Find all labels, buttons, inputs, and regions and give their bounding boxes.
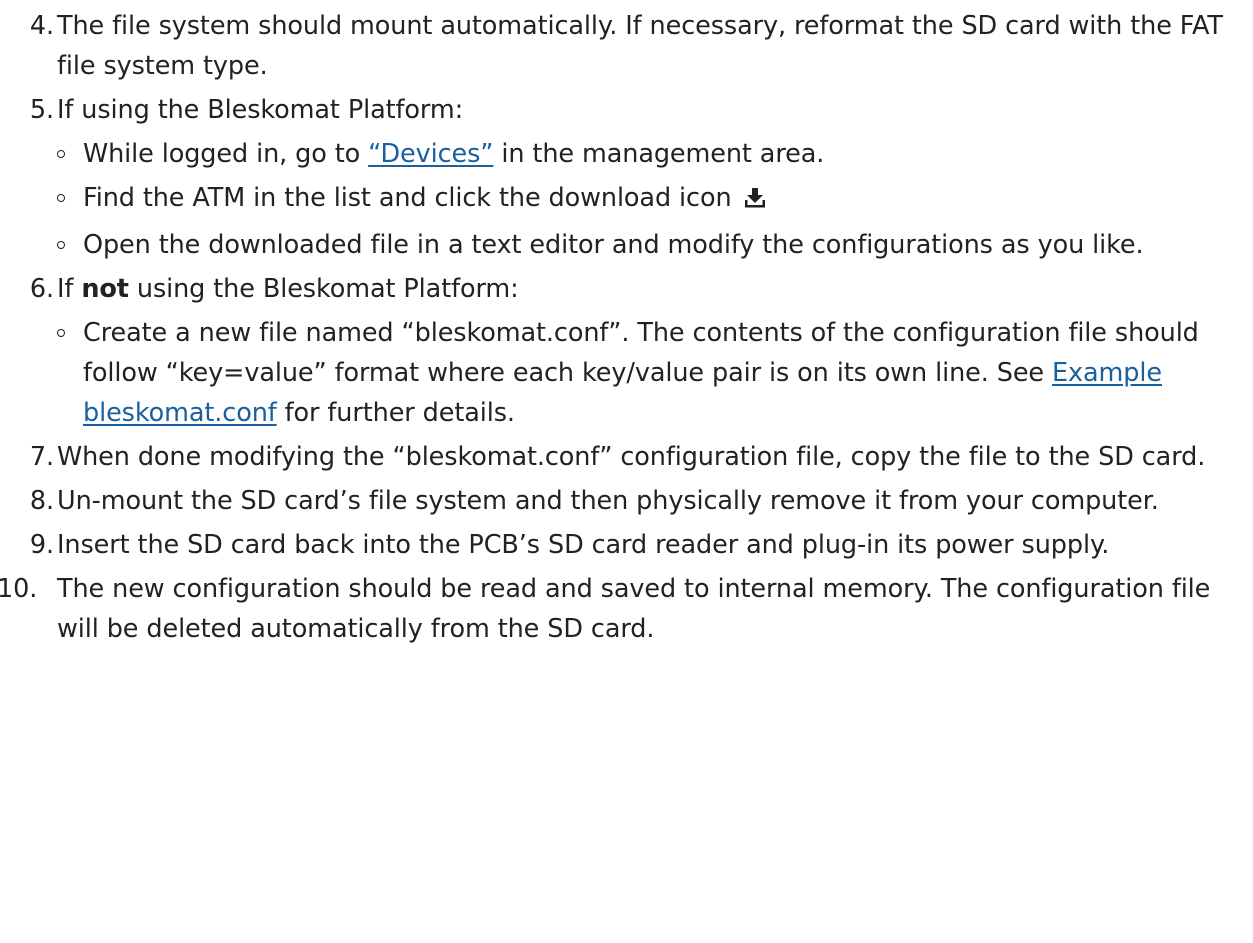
step-number: 4. [29,11,54,41]
step-6: 6. If not using the Bleskomat Platform: … [0,269,1253,433]
step-number: 7. [29,442,54,472]
sub-step: Create a new file named “bleskomat.conf”… [57,313,1245,433]
sub-step-text: for further details. [276,398,515,428]
step-number: 5. [29,95,54,125]
sub-step-text: Open the downloaded file in a text edito… [83,230,1144,260]
step-9: 9. Insert the SD card back into the PCB’… [0,525,1253,565]
bullet-icon [57,329,65,337]
step-5: 5. If using the Bleskomat Platform: Whil… [0,90,1253,265]
bullet-icon [57,150,65,158]
sub-step-text: While logged in, go to [83,139,369,169]
step-text: Insert the SD card back into the PCB’s S… [57,530,1110,560]
step-number: 9. [29,530,54,560]
step-text: The file system should mount automatical… [57,11,1223,81]
devices-link[interactable]: “Devices” [368,139,493,169]
bullet-icon [57,194,65,202]
instructions-list: 4. The file system should mount automati… [0,0,1253,943]
step-text-bold: not [81,274,129,304]
step-number: 10. [0,574,38,604]
step-8: 8. Un-mount the SD card’s file system an… [0,481,1253,521]
step-text: using the Bleskomat Platform: [128,274,519,304]
step-text: If [57,274,82,304]
step-text: If using the Bleskomat Platform: [57,95,464,125]
step-number: 8. [29,486,54,516]
step-text: The new configuration should be read and… [57,574,1211,644]
step-7: 7. When done modifying the “bleskomat.co… [0,437,1253,477]
sub-step: Find the ATM in the list and click the d… [57,178,1245,221]
step-number: 6. [29,274,54,304]
sub-step-text: Create a new file named “bleskomat.conf”… [83,318,1199,388]
download-icon [744,181,766,221]
sub-step: Open the downloaded file in a text edito… [57,225,1245,265]
step-4: 4. The file system should mount automati… [0,6,1253,86]
step-text: When done modifying the “bleskomat.conf”… [57,442,1206,472]
sub-step-text: in the management area. [493,139,825,169]
step-10: 10. The new configuration should be read… [0,569,1253,649]
bullet-icon [57,241,65,249]
step-text: Un-mount the SD card’s file system and t… [57,486,1159,516]
sub-step: While logged in, go to “Devices” in the … [57,134,1245,174]
sub-step-text: Find the ATM in the list and click the d… [83,183,732,213]
